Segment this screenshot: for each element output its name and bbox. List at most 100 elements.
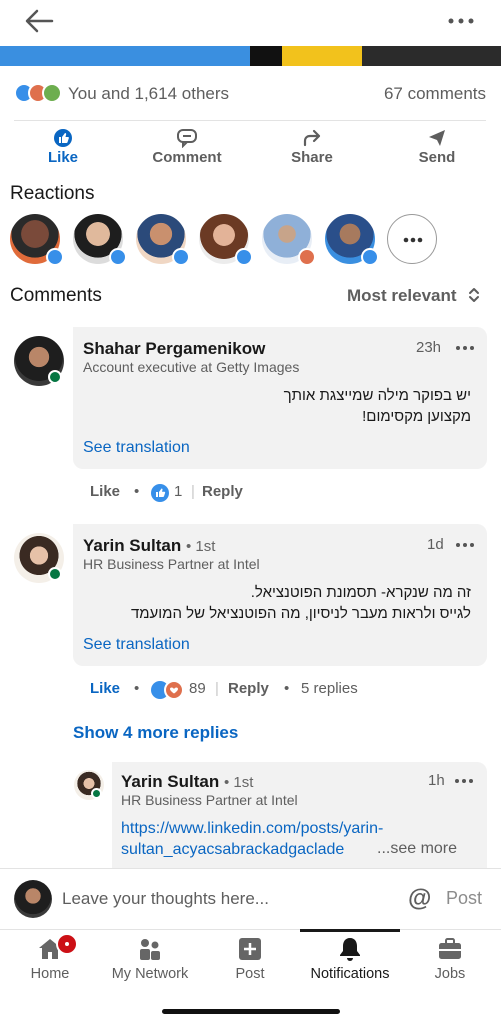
social-counts[interactable]: You and 1,614 others 67 comments xyxy=(14,80,488,108)
comment-reply-button[interactable]: Reply xyxy=(202,483,243,500)
love-badge-icon xyxy=(298,248,316,266)
comment-like-button[interactable]: Like xyxy=(90,483,120,500)
support-reaction-icon xyxy=(42,83,62,103)
like-badge-icon xyxy=(46,248,64,266)
comment-time: 1d xyxy=(427,536,444,553)
more-options-icon[interactable] xyxy=(443,8,479,34)
reactor-avatar[interactable] xyxy=(10,214,64,266)
comment-time: 1h xyxy=(428,772,445,789)
reactor-avatar[interactable] xyxy=(136,214,190,266)
reaction-icons xyxy=(151,680,184,700)
reactions-heading: Reactions xyxy=(10,183,95,204)
like-icon xyxy=(54,129,72,147)
comment-bubble: Yarin Sultan • 1st HR Business Partner a… xyxy=(73,524,487,666)
send-label: Send xyxy=(418,149,456,166)
reactor-avatar[interactable] xyxy=(73,214,127,266)
like-label: Like xyxy=(47,149,78,166)
likes-summary[interactable]: You and 1,614 others xyxy=(68,84,229,104)
commenter-name-text: Yarin Sultan xyxy=(121,772,220,791)
like-button[interactable]: Like xyxy=(13,126,113,170)
comment-bubble: Shahar Pergamenikow Account executive at… xyxy=(73,327,487,469)
commenter-name[interactable]: Yarin Sultan • 1st xyxy=(83,536,215,556)
comment-more-icon[interactable] xyxy=(453,777,475,785)
back-arrow-icon[interactable] xyxy=(22,6,58,36)
comment-label: Comment xyxy=(152,149,222,166)
nav-post-label: Post xyxy=(235,966,265,982)
commenter-headline: HR Business Partner at Intel xyxy=(121,792,298,808)
share-icon xyxy=(303,129,321,147)
nav-my-network[interactable]: My Network xyxy=(100,930,200,1000)
network-icon xyxy=(140,939,160,960)
comment-like-button[interactable]: Like xyxy=(90,680,120,697)
online-status-icon xyxy=(48,567,62,581)
comment-reaction-count[interactable]: 89 xyxy=(189,680,206,697)
share-button[interactable]: Share xyxy=(262,126,362,170)
online-status-icon xyxy=(91,788,102,799)
comment-text-line: מקצוען מקסימום! xyxy=(362,408,471,425)
reaction-icons xyxy=(14,83,64,105)
reactor-avatar[interactable] xyxy=(325,214,379,266)
see-translation-link[interactable]: See translation xyxy=(83,439,190,457)
post-comment-button[interactable]: Post xyxy=(446,888,482,909)
connection-degree: • 1st xyxy=(223,774,254,791)
comment-actions: Like • 89 | Reply • 5 replies xyxy=(90,680,390,702)
bottom-nav: Home My Network Post Notifications Jobs xyxy=(0,929,501,999)
comment-text: זה מה שנקרא- תסמונת הפוטנציאל. לגייס ולר… xyxy=(83,582,471,624)
commenter-name[interactable]: Yarin Sultan • 1st xyxy=(121,772,253,792)
notification-badge xyxy=(56,933,78,955)
comments-count[interactable]: 67 comments xyxy=(384,84,486,104)
nav-network-label: My Network xyxy=(111,966,189,982)
post-image[interactable] xyxy=(0,46,501,66)
comment-input[interactable]: Leave your thoughts here... xyxy=(62,889,269,909)
reactor-avatar[interactable] xyxy=(262,214,316,266)
see-more-link[interactable]: ...see more xyxy=(377,840,457,858)
nav-notifications-label: Notifications xyxy=(310,966,390,982)
sort-label: Most relevant xyxy=(346,286,457,305)
active-tab-indicator xyxy=(300,929,400,932)
like-badge-icon xyxy=(109,248,127,266)
see-translation-link[interactable]: See translation xyxy=(83,636,190,654)
top-bar xyxy=(0,0,501,46)
comment-text: יש בפוקר מילה שמייצגת אותך מקצוען מקסימו… xyxy=(83,385,471,427)
post-link-line: sultan_acyacsabrackadgaclade xyxy=(121,841,345,858)
like-reaction-icon xyxy=(151,484,169,502)
post-link-line: https://www.linkedin.com/posts/yarin- xyxy=(121,820,384,837)
like-badge-icon xyxy=(235,248,253,266)
post-link[interactable]: https://www.linkedin.com/posts/yarin- su… xyxy=(121,818,383,860)
nav-home[interactable]: Home xyxy=(0,930,100,1000)
reply-bubble: Yarin Sultan • 1st HR Business Partner a… xyxy=(112,762,487,870)
comment-reply-button[interactable]: Reply xyxy=(228,680,269,697)
nav-home-label: Home xyxy=(30,966,70,982)
nav-jobs-label: Jobs xyxy=(434,966,466,982)
comment-text-line: יש בפוקר מילה שמייצגת אותך xyxy=(283,387,471,404)
comment-text-line: לגייס ולראות מעבר לניסיון, מה הפוטנציאל … xyxy=(130,605,471,622)
reactor-avatar[interactable] xyxy=(199,214,253,266)
comment-button[interactable]: Comment xyxy=(137,126,237,170)
connection-degree: • 1st xyxy=(185,538,216,555)
compose-bar: Leave your thoughts here... @ Post xyxy=(0,868,501,928)
send-button[interactable]: Send xyxy=(387,126,487,170)
more-icon xyxy=(403,237,423,243)
comment-reaction-count[interactable]: 1 xyxy=(174,483,182,500)
share-label: Share xyxy=(291,149,333,166)
sort-dropdown[interactable]: Most relevant xyxy=(347,285,481,307)
more-reactions-button[interactable] xyxy=(387,214,437,264)
online-status-icon xyxy=(48,370,62,384)
commenter-headline: Account executive at Getty Images xyxy=(83,359,300,375)
show-more-replies-link[interactable]: Show 4 more replies xyxy=(73,723,238,743)
reactions-list xyxy=(10,214,490,266)
nav-notifications[interactable]: Notifications xyxy=(300,929,400,1000)
mention-icon[interactable]: @ xyxy=(408,885,431,913)
post-icon xyxy=(239,938,261,960)
comments-heading: Comments xyxy=(10,285,102,306)
my-avatar xyxy=(14,880,52,918)
commenter-headline: HR Business Partner at Intel xyxy=(83,556,260,572)
nav-post[interactable]: Post xyxy=(200,930,300,1000)
comment-more-icon[interactable] xyxy=(454,344,476,352)
comment-more-icon[interactable] xyxy=(454,541,476,549)
commenter-name[interactable]: Shahar Pergamenikow xyxy=(83,339,265,359)
like-badge-icon xyxy=(172,248,190,266)
briefcase-icon xyxy=(439,938,461,959)
nav-jobs[interactable]: Jobs xyxy=(400,930,500,1000)
replies-count[interactable]: 5 replies xyxy=(301,680,358,697)
